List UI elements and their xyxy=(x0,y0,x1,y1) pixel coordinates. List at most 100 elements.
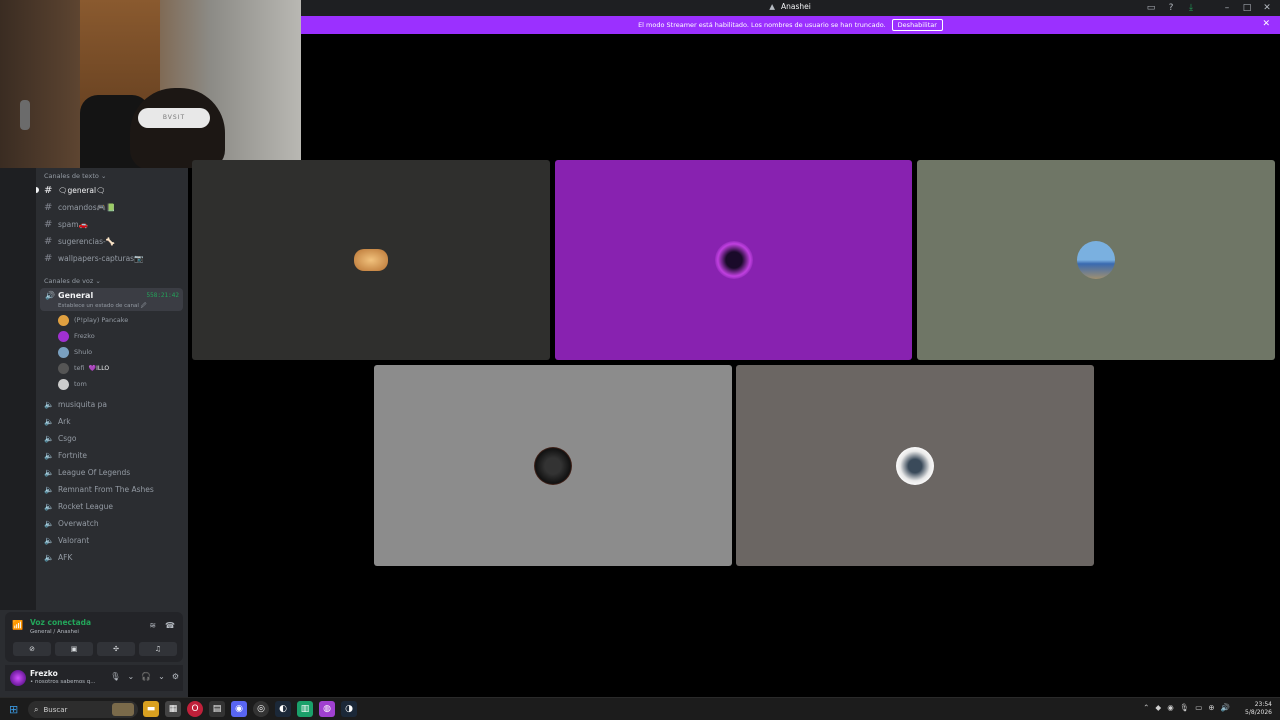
speaker-icon: 🔈 xyxy=(44,450,54,460)
voice-location[interactable]: General / Anashei xyxy=(30,629,79,635)
voice-member[interactable]: Shulo xyxy=(58,344,92,360)
voice-channel-valorant[interactable]: 🔈 Valorant xyxy=(44,532,184,548)
avatar xyxy=(58,314,69,326)
title-bar-icons: ▭ ? ⤓ – □ ✕ xyxy=(1146,2,1272,14)
voice-timer: 558:21:42 xyxy=(146,292,179,299)
streamer-mode-banner: El modo Streamer está habilitado. Los no… xyxy=(301,16,1280,34)
voice-status[interactable]: Voz conectada xyxy=(30,618,91,627)
channel-wallpapers[interactable]: # wallpapers-capturas📷 xyxy=(44,250,184,266)
search-highlight-image xyxy=(112,703,134,716)
video-tile-frezko[interactable] xyxy=(555,160,912,360)
video-tile-shulo[interactable] xyxy=(917,160,1275,360)
person-head xyxy=(130,88,225,168)
help-icon[interactable]: ? xyxy=(1166,2,1176,14)
headphones-icon[interactable]: 🎧 xyxy=(141,672,151,681)
minimize-icon[interactable]: – xyxy=(1222,2,1232,14)
speaker-icon: 🔈 xyxy=(44,467,54,477)
steam-icon[interactable]: ◑ xyxy=(341,701,357,717)
avatar xyxy=(58,378,69,390)
chevron-down-icon[interactable]: ⌄ xyxy=(158,672,165,681)
speaker-icon: 🔊 xyxy=(45,291,55,300)
voice-channel-remnant[interactable]: 🔈 Remnant From The Ashes xyxy=(44,481,184,497)
noise-suppression-icon[interactable]: ≋ xyxy=(149,621,156,630)
app-icon[interactable]: ◍ xyxy=(319,701,335,717)
avatar xyxy=(714,241,753,279)
close-window-icon[interactable]: ✕ xyxy=(1262,2,1272,14)
signal-icon[interactable]: 📶 xyxy=(12,621,23,631)
channel-comandos[interactable]: # comandos🎮📗 xyxy=(44,199,184,215)
channel-general[interactable]: # 🗨general🗨 xyxy=(44,182,184,198)
chrome-icon[interactable]: ◎ xyxy=(253,701,269,717)
video-tile-pancake[interactable] xyxy=(192,160,550,360)
clock[interactable]: 23:54 5/8/2026 xyxy=(1245,701,1272,717)
app-icon[interactable]: ▥ xyxy=(297,701,313,717)
voice-channel-afk[interactable]: 🔈 AFK xyxy=(44,549,184,565)
disable-streamer-button[interactable]: Deshabilitar xyxy=(891,19,943,31)
settings-gear-icon[interactable]: ⚙ xyxy=(172,672,179,681)
voice-channel-overwatch[interactable]: 🔈 Overwatch xyxy=(44,515,184,531)
voice-channel-fortnite[interactable]: 🔈 Fortnite xyxy=(44,447,184,463)
text-category-label[interactable]: Canales de texto ⌄ xyxy=(44,172,106,180)
download-icon[interactable]: ⤓ xyxy=(1186,2,1196,14)
opera-icon[interactable]: O xyxy=(187,701,203,717)
activities-button[interactable]: ✣ xyxy=(97,642,135,656)
server-rail xyxy=(0,168,36,610)
screen-share-button[interactable]: ▣ xyxy=(55,642,93,656)
close-banner-icon[interactable]: ✕ xyxy=(1262,19,1270,29)
soundboard-button[interactable]: ♫ xyxy=(139,642,177,656)
voice-channel-ark[interactable]: 🔈 Ark xyxy=(44,413,184,429)
video-tile-tom[interactable] xyxy=(736,365,1094,566)
avatar xyxy=(354,249,388,271)
voice-channel-csgo[interactable]: 🔈 Csgo xyxy=(44,430,184,446)
system-tray: ⌃ ◆ ◉ 🎙 ▭ ⊕ 🔊 xyxy=(1143,703,1230,712)
camera-off-button[interactable]: ⊘ xyxy=(13,642,51,656)
maximize-icon[interactable]: □ xyxy=(1242,2,1252,14)
volume-icon[interactable]: 🔊 xyxy=(1221,703,1230,712)
unread-indicator xyxy=(36,187,39,193)
voice-panel-icons: ≋ ☎ xyxy=(149,621,175,630)
member-tag: 💜ILLO xyxy=(88,364,110,372)
speaker-icon: 🔈 xyxy=(44,552,54,562)
avatar[interactable] xyxy=(10,670,26,686)
hash-icon: # xyxy=(44,218,53,230)
microphone-icon[interactable]: 🎙 xyxy=(110,672,120,681)
display-icon[interactable]: ▭ xyxy=(1195,703,1202,712)
avatar xyxy=(58,362,69,374)
voice-member[interactable]: tefi 💜ILLO xyxy=(58,360,109,376)
webcam-overlay: BVSIT xyxy=(0,0,301,168)
discord-logo-icon: ▲ xyxy=(769,2,775,11)
username[interactable]: Frezko xyxy=(30,669,58,678)
chevron-down-icon[interactable]: ⌄ xyxy=(127,672,134,681)
inbox-icon[interactable]: ▭ xyxy=(1146,2,1156,14)
voice-member[interactable]: Frezko xyxy=(58,328,95,344)
avatar xyxy=(58,346,69,358)
channel-spam[interactable]: # spam🚗 xyxy=(44,216,184,232)
taskbar-search[interactable]: ⌕ Buscar xyxy=(28,701,138,718)
speaker-icon: 🔈 xyxy=(44,518,54,528)
windows-start-icon[interactable]: ⊞ xyxy=(9,703,18,716)
voice-category-label[interactable]: Canales de voz ⌄ xyxy=(44,277,101,285)
voice-member[interactable]: tom xyxy=(58,376,87,392)
voice-channel-rocket[interactable]: 🔈 Rocket League xyxy=(44,498,184,514)
store-icon[interactable]: ▦ xyxy=(165,701,181,717)
tray-app-icon[interactable]: ◉ xyxy=(1167,703,1174,712)
terminal-icon[interactable]: ▤ xyxy=(209,701,225,717)
discord-icon[interactable]: ◉ xyxy=(231,701,247,717)
network-icon[interactable]: ⊕ xyxy=(1208,703,1214,712)
window-title: ▲ Anashei xyxy=(769,2,811,11)
avatar xyxy=(534,446,572,485)
voice-channel-musiquita[interactable]: 🔈 musiquita pa xyxy=(44,396,184,412)
voice-member[interactable]: (P!play) Pancake xyxy=(58,312,128,328)
voice-channel-general[interactable]: 🔊 General 558:21:42 Establece un estado … xyxy=(40,288,183,311)
tray-app-icon[interactable]: ◆ xyxy=(1155,703,1161,712)
steam-icon[interactable]: ◐ xyxy=(275,701,291,717)
avatar xyxy=(896,446,934,485)
disconnect-icon[interactable]: ☎ xyxy=(165,621,175,630)
voice-channel-lol[interactable]: 🔈 League Of Legends xyxy=(44,464,184,480)
video-tile-tefi[interactable] xyxy=(374,365,732,566)
channel-status[interactable]: Establece un estado de canal 🖉 xyxy=(58,302,147,311)
file-explorer-icon[interactable]: ▬ xyxy=(143,701,159,717)
channel-sugerencias[interactable]: # sugerencias-🦴 xyxy=(44,233,184,249)
chevron-up-icon[interactable]: ⌃ xyxy=(1143,703,1149,712)
microphone-icon[interactable]: 🎙 xyxy=(1180,703,1190,712)
